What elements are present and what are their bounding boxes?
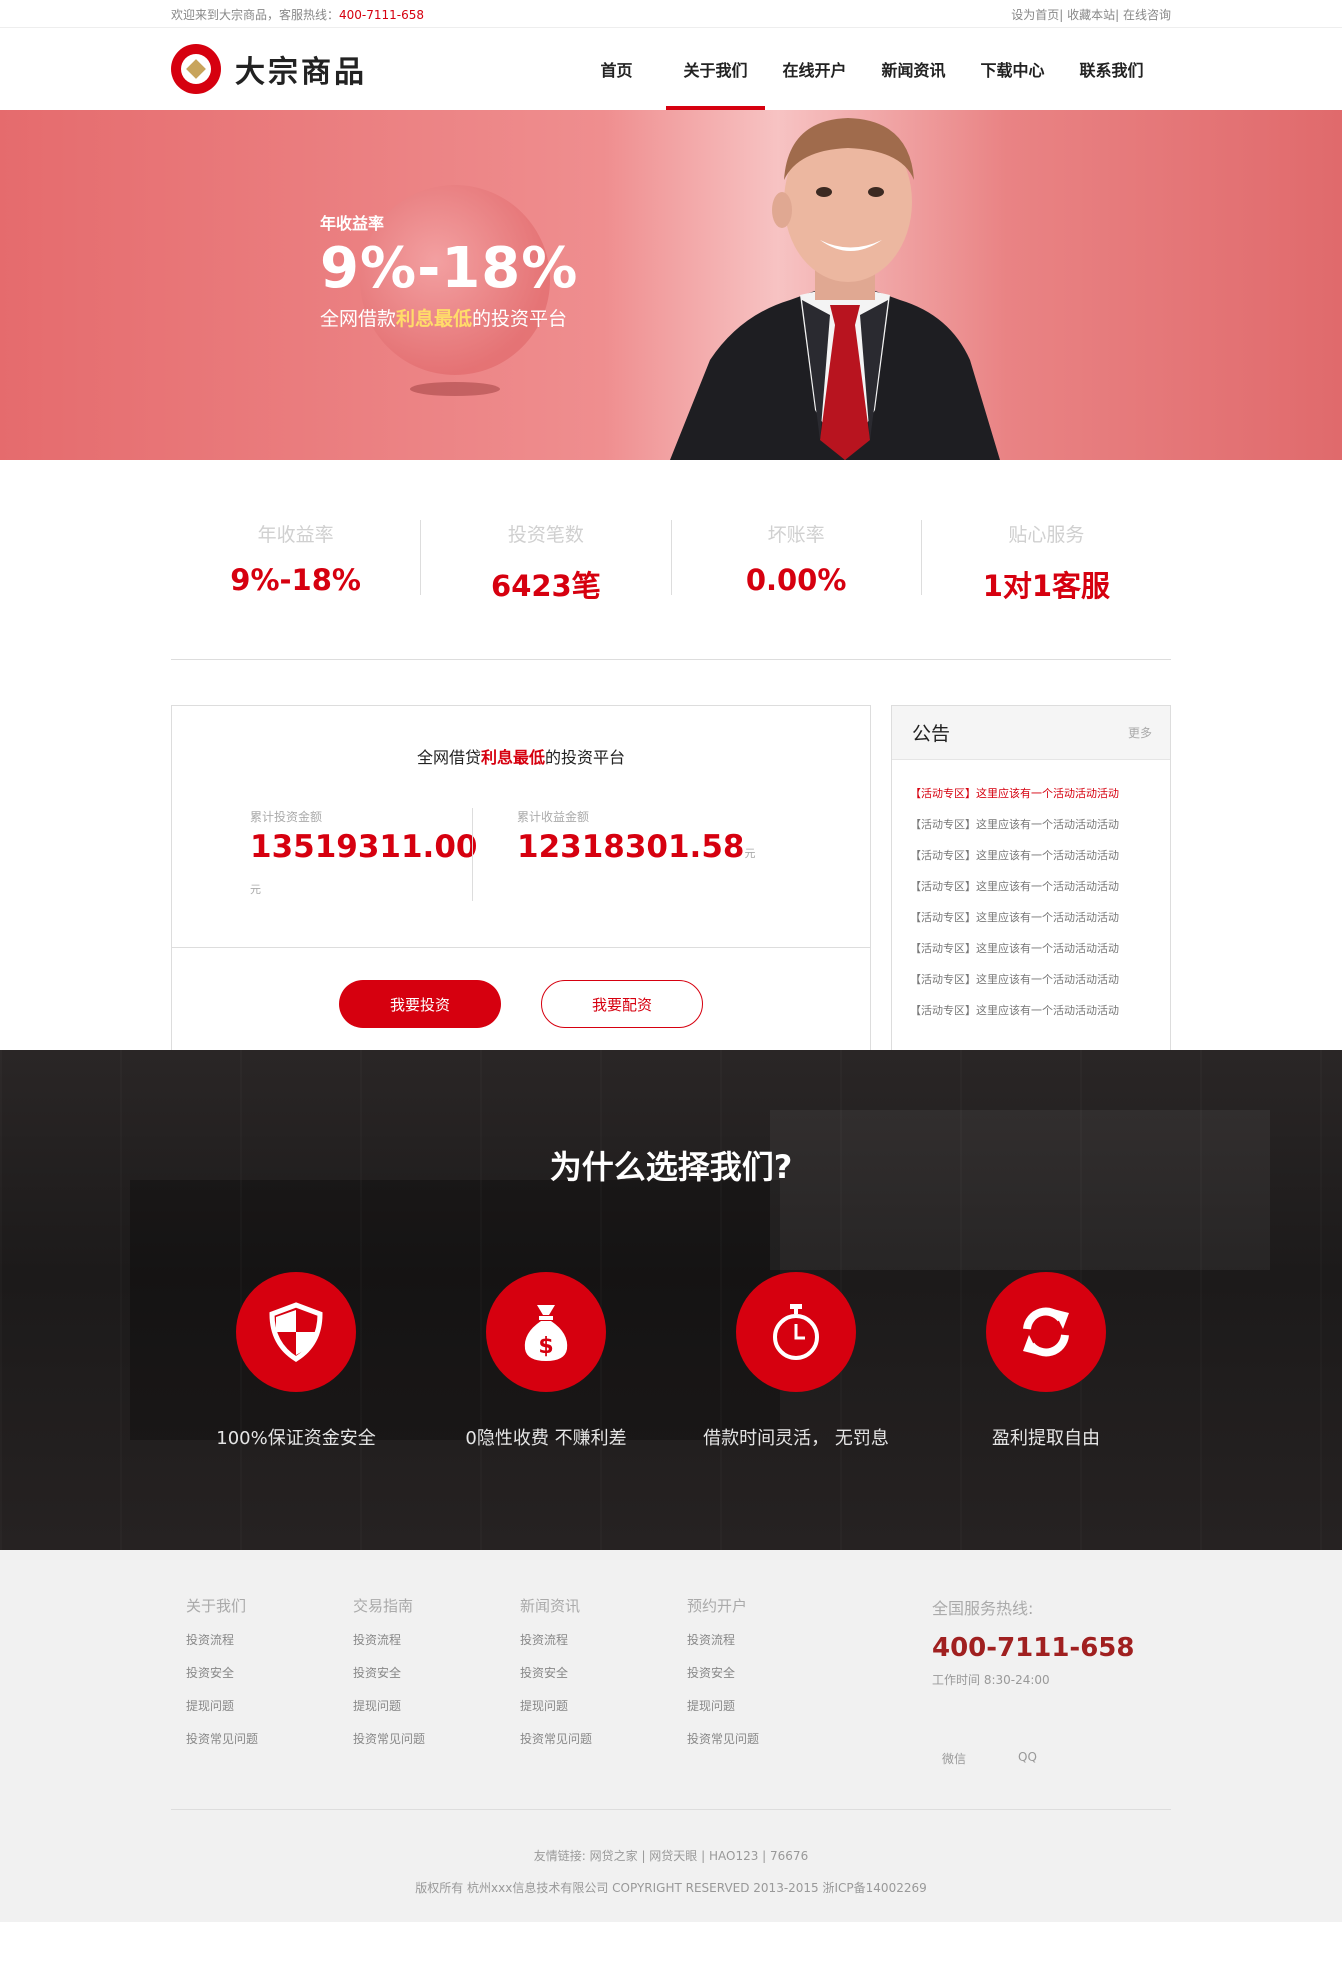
bookmark-link[interactable]: 收藏本站 xyxy=(1067,8,1115,22)
info-section: 全网借贷利息最低的投资平台 累计投资金额 13519311.00元 累计收益金额… xyxy=(0,660,1342,1053)
footer-link[interactable]: 提现问题 xyxy=(520,1696,687,1729)
notice-item[interactable]: 【活动专区】这里应该有一个活动活动活动 xyxy=(910,840,1170,871)
footer-link[interactable]: 投资安全 xyxy=(353,1663,520,1696)
footer-link[interactable]: 投资流程 xyxy=(186,1630,353,1663)
stat-service: 贴心服务 1对1客服 xyxy=(982,524,1111,603)
nav-download[interactable]: 下载中心 xyxy=(963,28,1062,110)
footer-link[interactable]: 投资安全 xyxy=(520,1663,687,1696)
footer-link[interactable]: 投资流程 xyxy=(520,1630,687,1663)
feature-no-fee: $ 0隐性收费 不赚利差 xyxy=(465,1272,627,1449)
top-links: 设为首页| 收藏本站| 在线咨询 xyxy=(1011,7,1171,22)
allocate-button[interactable]: 我要配资 xyxy=(541,980,703,1028)
notice-list: 【活动专区】这里应该有一个活动活动活动 【活动专区】这里应该有一个活动活动活动 … xyxy=(892,760,1170,1026)
footer-link[interactable]: 提现问题 xyxy=(353,1696,520,1729)
footer-link[interactable]: 投资安全 xyxy=(687,1663,854,1696)
notice-panel: 公告 更多 【活动专区】这里应该有一个活动活动活动 【活动专区】这里应该有一个活… xyxy=(891,705,1171,1053)
set-homepage-link[interactable]: 设为首页 xyxy=(1011,8,1059,22)
banner-label: 年收益率 xyxy=(320,214,385,233)
friend-links[interactable]: 友情链接: 网贷之家 | 网贷天眼 | HAO123 | 76676 xyxy=(171,1840,1171,1872)
invest-button[interactable]: 我要投资 xyxy=(339,980,501,1028)
hotline-number: 400-7111-658 xyxy=(932,1633,1135,1663)
notice-item[interactable]: 【活动专区】这里应该有一个活动活动活动 xyxy=(910,778,1170,809)
main-nav: 首页 关于我们 在线开户 新闻资讯 下载中心 联系我们 xyxy=(567,28,1161,110)
nav-contact[interactable]: 联系我们 xyxy=(1062,28,1161,110)
footer-link[interactable]: 提现问题 xyxy=(687,1696,854,1729)
logo[interactable]: 大宗商品 xyxy=(171,44,367,94)
total-income-amount: 累计收益金额 12318301.58元 xyxy=(472,808,772,901)
notice-item[interactable]: 【活动专区】这里应该有一个活动活动活动 xyxy=(910,809,1170,840)
nav-open-account[interactable]: 在线开户 xyxy=(765,28,864,110)
stat-annual-rate: 年收益率 9%-18% xyxy=(171,520,422,597)
footer-col-news: 新闻资讯 投资流程 投资安全 提现问题 投资常见问题 xyxy=(520,1595,687,1809)
total-invest-amount: 累计投资金额 13519311.00元 xyxy=(250,810,478,896)
notice-item[interactable]: 【活动专区】这里应该有一个活动活动活动 xyxy=(910,902,1170,933)
banner-subtitle: 全网借款利息最低的投资平台 xyxy=(320,308,568,330)
money-bag-icon: $ xyxy=(524,1305,568,1361)
why-us-title: 为什么选择我们? xyxy=(549,1148,793,1186)
feature-flexible: 借款时间灵活， 无罚息 xyxy=(703,1272,889,1449)
footer-link[interactable]: 投资流程 xyxy=(687,1630,854,1663)
qq-link[interactable]: QQ xyxy=(1018,1750,1037,1767)
footer-link[interactable]: 投资常见问题 xyxy=(186,1729,353,1762)
footer-link[interactable]: 投资常见问题 xyxy=(687,1729,854,1762)
footer-link[interactable]: 提现问题 xyxy=(186,1696,353,1729)
footer-col-reserve: 预约开户 投资流程 投资安全 提现问题 投资常见问题 xyxy=(687,1595,854,1809)
notice-item[interactable]: 【活动专区】这里应该有一个活动活动活动 xyxy=(910,871,1170,902)
banner-text: 年收益率 9%-18% 全网借款利息最低的投资平台 xyxy=(320,210,578,331)
footer-link[interactable]: 投资常见问题 xyxy=(520,1729,687,1762)
footer-link[interactable]: 投资常见问题 xyxy=(353,1729,520,1762)
footer-col-guide: 交易指南 投资流程 投资安全 提现问题 投资常见问题 xyxy=(353,1595,520,1809)
logo-icon xyxy=(171,44,221,94)
stopwatch-icon xyxy=(773,1304,819,1360)
stat-invest-count: 投资笔数 6423笔 xyxy=(421,520,672,603)
welcome-text: 欢迎来到大宗商品，客服热线：400-7111-658 xyxy=(171,7,425,22)
footer-link[interactable]: 投资安全 xyxy=(186,1663,353,1696)
hotline-top: 400-7111-658 xyxy=(339,7,425,22)
work-hours: 工作时间 8:30-24:00 xyxy=(932,1673,1050,1687)
svg-text:$: $ xyxy=(538,1334,553,1359)
invest-title: 全网借贷利息最低的投资平台 xyxy=(416,748,626,767)
refresh-icon xyxy=(1023,1307,1069,1357)
online-consult-link[interactable]: 在线咨询 xyxy=(1123,8,1171,22)
banner-rate: 9%-18% xyxy=(320,236,579,301)
stat-bad-debt: 坏账率 0.00% xyxy=(672,520,922,597)
notice-item[interactable]: 【活动专区】这里应该有一个活动活动活动 xyxy=(910,933,1170,964)
site-footer: 关于我们 投资流程 投资安全 提现问题 投资常见问题 交易指南 投资流程 投资安… xyxy=(0,1550,1342,1922)
top-bar: 欢迎来到大宗商品，客服热线：400-7111-658 设为首页| 收藏本站| 在… xyxy=(0,0,1342,28)
wechat-link[interactable]: 微信 xyxy=(942,1750,966,1767)
nav-about[interactable]: 关于我们 xyxy=(666,28,765,110)
logo-text: 大宗商品 xyxy=(235,55,367,90)
invest-panel: 全网借贷利息最低的投资平台 累计投资金额 13519311.00元 累计收益金额… xyxy=(171,705,871,1053)
nav-home[interactable]: 首页 xyxy=(567,28,666,110)
notice-title: 公告 xyxy=(912,723,951,745)
hero-banner: 年收益率 9%-18% 全网借款利息最低的投资平台 xyxy=(0,110,1342,460)
stats-section: 年收益率 9%-18% 投资笔数 6423笔 坏账率 0.00% 贴心服务 1对… xyxy=(0,460,1342,660)
footer-hotline: 全国服务热线: 400-7111-658 工作时间 8:30-24:00 微信 … xyxy=(932,1599,1135,1767)
notice-more-link[interactable]: 更多 xyxy=(1128,724,1152,741)
notice-item[interactable]: 【活动专区】这里应该有一个活动活动活动 xyxy=(910,995,1170,1026)
site-header: 大宗商品 首页 关于我们 在线开户 新闻资讯 下载中心 联系我们 xyxy=(0,28,1342,110)
copyright: 版权所有 杭州xxx信息技术有限公司 COPYRIGHT RESERVED 20… xyxy=(415,1881,927,1895)
why-us-section: 为什么选择我们? 100%保证资金安全 $ 0隐性收费 不赚利差 借款时间灵活，… xyxy=(0,1050,1342,1550)
feature-withdraw: 盈利提取自由 xyxy=(986,1272,1106,1449)
shield-icon xyxy=(269,1302,323,1362)
notice-item[interactable]: 【活动专区】这里应该有一个活动活动活动 xyxy=(910,964,1170,995)
feature-safety: 100%保证资金安全 xyxy=(216,1272,376,1449)
footer-link[interactable]: 投资流程 xyxy=(353,1630,520,1663)
footer-col-about: 关于我们 投资流程 投资安全 提现问题 投资常见问题 xyxy=(186,1595,353,1809)
businessman-image xyxy=(670,118,1000,460)
nav-news[interactable]: 新闻资讯 xyxy=(864,28,963,110)
